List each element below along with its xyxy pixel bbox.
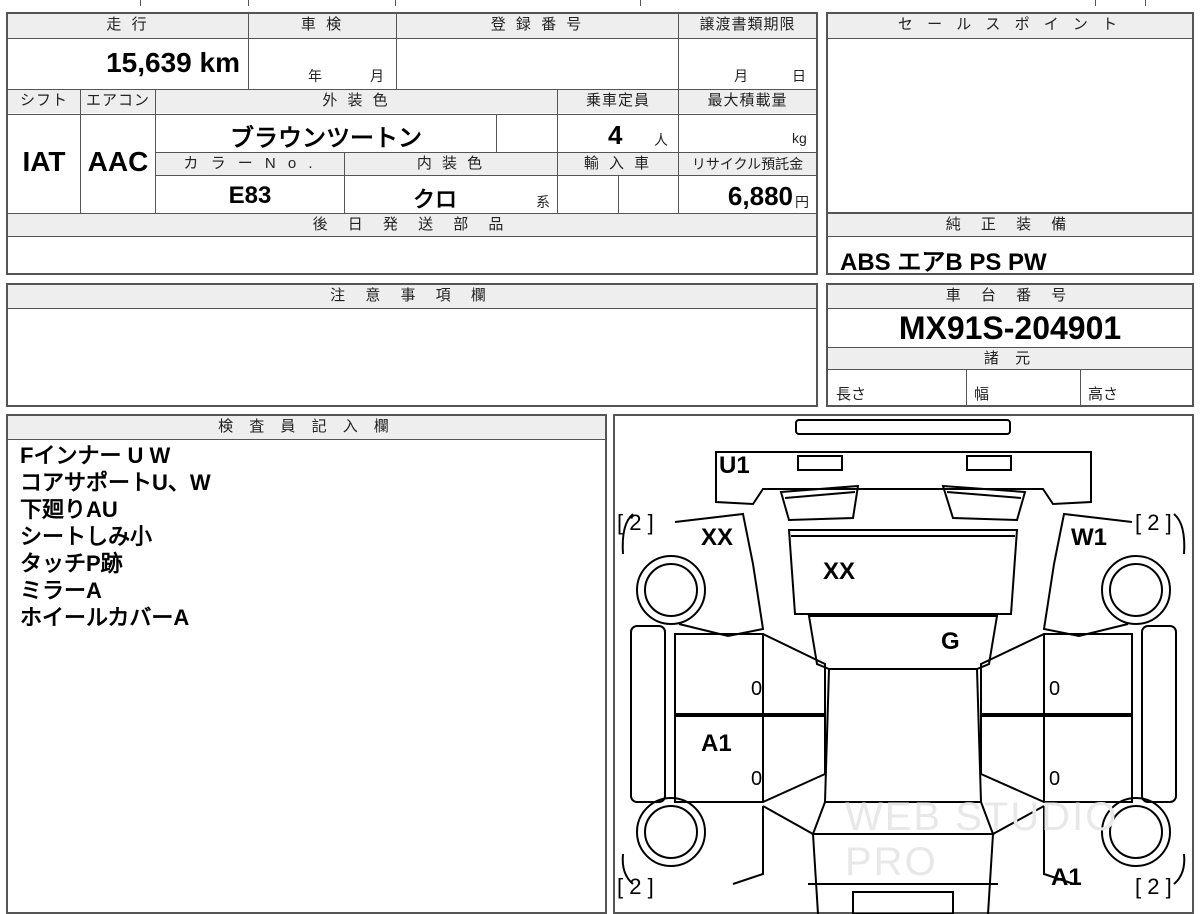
later-parts-header: 後 日 発 送 部 品 — [8, 214, 816, 236]
equipment-header: 純 正 装 備 — [828, 214, 1192, 236]
grille-left — [779, 484, 860, 522]
chassis-header: 車 台 番 号 — [828, 285, 1192, 308]
front-bumper-bar — [795, 419, 1011, 435]
mark-zero-right-rear: 0 — [1049, 768, 1061, 790]
sill-left — [630, 625, 666, 803]
capacity-header: 乗車定員 — [558, 90, 678, 113]
max-load-header: 最大積載量 — [679, 90, 816, 113]
interior-color-value: クロ — [412, 187, 457, 212]
tire-mark-front-left: [ 2 ] — [617, 510, 654, 535]
aircon-header: エアコン — [81, 90, 155, 113]
mark-front-fender-left: XX — [701, 524, 734, 551]
load-unit: kg — [792, 130, 807, 146]
specs-header: 諸 元 — [828, 348, 1192, 369]
equipment-value: ABS エアB PS PW — [840, 249, 1047, 276]
caution-header: 注 意 事 項 欄 — [8, 285, 816, 308]
mark-front-bumper: U1 — [719, 452, 750, 479]
deadline-month: 月 — [734, 68, 748, 84]
inspector-note: Fインナー U W — [20, 443, 171, 468]
year-unit: 年 — [308, 68, 322, 84]
exterior-color-header: 外 装 色 — [156, 90, 557, 113]
sale-points-header: セ ー ル ス ポ イ ン ト — [828, 14, 1192, 38]
shift-header: シフト — [8, 90, 80, 113]
spec-length: 長さ — [836, 386, 867, 403]
top-strip — [0, 0, 1200, 6]
recycle-value: 6,880 — [727, 181, 793, 211]
inspector-header: 検 査 員 記 入 欄 — [8, 416, 605, 439]
tire-mark-rear-left: [ 2 ] — [617, 874, 654, 899]
aircon-value: AAC — [87, 146, 149, 177]
door-rear-left — [674, 715, 826, 803]
inspector-note: ミラーA — [20, 578, 102, 603]
spec-table: 走 行 車 検 登 録 番 号 譲渡書類期限 15,639 km 年 月 月 日… — [6, 12, 818, 275]
mark-rear-door-left: A1 — [701, 730, 732, 757]
rear-quarter-left — [762, 805, 819, 914]
tire-mark-front-right: [ 2 ] — [1135, 510, 1172, 535]
deadline-header: 譲渡書類期限 — [679, 14, 816, 38]
mark-front-fender-right: W1 — [1071, 524, 1107, 551]
windshield — [807, 615, 999, 670]
exterior-color-value: ブラウンツートン — [230, 125, 422, 152]
registration-header: 登 録 番 号 — [397, 14, 678, 38]
chassis-number: MX91S-204901 — [898, 310, 1122, 346]
inspector-note: ホイールカバーA — [20, 605, 190, 630]
color-no-value: E83 — [228, 182, 272, 209]
rear-bumper — [852, 891, 954, 914]
chassis-box: 車 台 番 号 MX91S-204901 諸 元 長さ 幅 高さ — [826, 283, 1194, 407]
sill-right — [1141, 625, 1177, 803]
mileage-header: 走 行 — [8, 14, 248, 38]
headlight-left — [797, 455, 843, 471]
sale-points-box: セ ー ル ス ポ イ ン ト — [826, 12, 1194, 214]
recycle-unit: 円 — [795, 194, 809, 210]
interior-color-header: 内 装 色 — [345, 153, 557, 175]
interior-suffix: 系 — [536, 194, 550, 210]
mark-zero-left-rear: 0 — [751, 768, 763, 790]
door-front-left — [674, 633, 826, 715]
grille-right — [941, 484, 1027, 522]
capacity-unit: 人 — [654, 132, 668, 148]
inspector-note: コアサポートU、W — [20, 470, 211, 495]
mark-windshield: G — [941, 628, 960, 655]
front-bumper — [715, 451, 1092, 506]
mark-zero-left-front: 0 — [751, 678, 763, 700]
mileage-unit: km — [199, 47, 240, 78]
inspection-header: 車 検 — [249, 14, 396, 38]
shift-value: IAT — [22, 146, 66, 177]
caution-box: 注 意 事 項 欄 — [6, 283, 818, 407]
inspector-box: 検 査 員 記 入 欄 Fインナー U W コアサポートU、W 下廻りAU シー… — [6, 414, 607, 914]
month-unit: 月 — [370, 68, 384, 84]
mark-hood: XX — [823, 558, 856, 585]
deadline-day: 日 — [792, 68, 806, 84]
inspector-note: シートしみ小 — [20, 524, 153, 549]
headlight-right — [966, 455, 1012, 471]
capacity-value: 4 — [608, 120, 623, 150]
inspector-note: タッチP跡 — [20, 551, 123, 576]
watermark: WEB STUDIO PRO — [845, 795, 1119, 884]
spec-width: 幅 — [974, 386, 990, 403]
roof — [823, 668, 983, 803]
color-no-header: カ ラ ー N o . — [156, 153, 344, 175]
mark-zero-right-front: 0 — [1049, 678, 1061, 700]
imported-header: 輸 入 車 — [558, 153, 678, 175]
inspector-note: 下廻りAU — [20, 497, 118, 522]
equipment-box: 純 正 装 備 ABS エアB PS PW — [826, 212, 1194, 276]
spec-height: 高さ — [1088, 386, 1119, 403]
mileage-value: 15,639 km — [106, 47, 240, 78]
recycle-header: リサイクル預託金 — [679, 153, 816, 175]
door-front-right — [980, 633, 1133, 715]
